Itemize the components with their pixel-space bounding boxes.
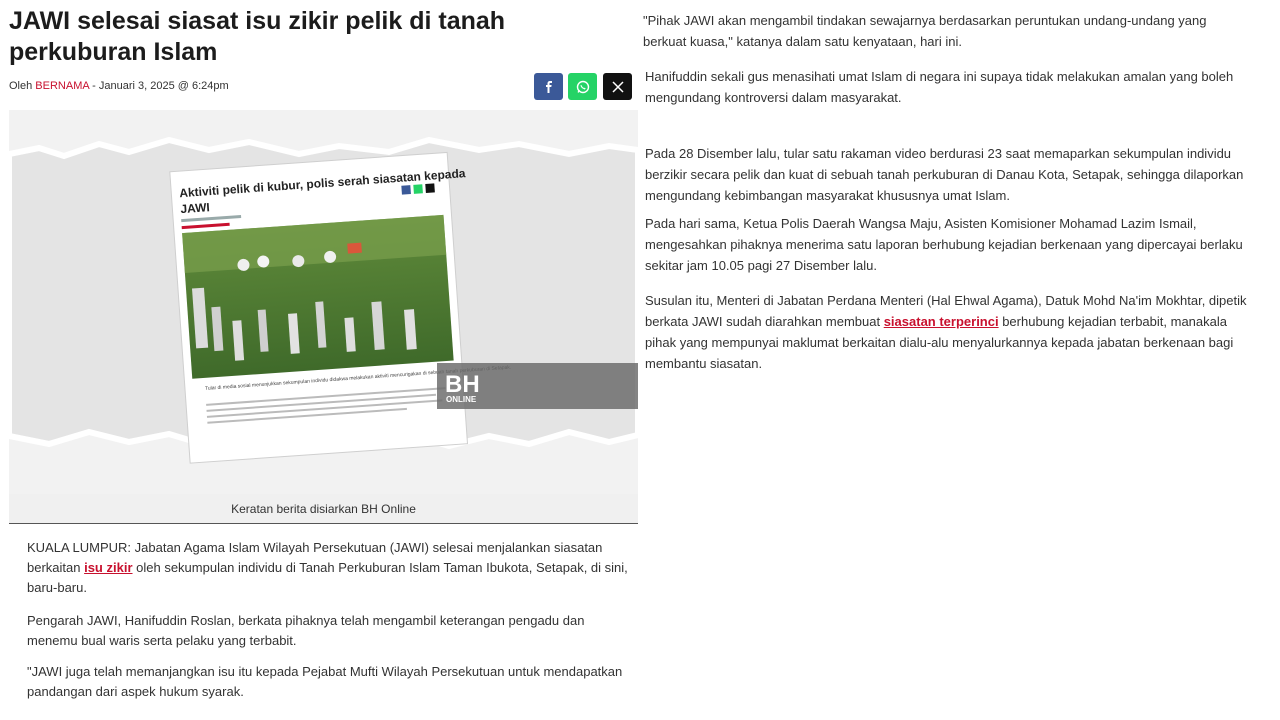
clipping-title-line2: JAWI — [180, 200, 210, 216]
keyword-link-isu-zikir[interactable]: isu zikir — [84, 560, 132, 575]
article-headline: JAWI selesai siasat isu zikir pelik di t… — [9, 7, 506, 66]
hero-image: Aktiviti pelik di kubur, polis serah sia… — [9, 110, 638, 494]
share-x-button[interactable] — [603, 73, 632, 100]
paragraph-4: "Pihak JAWI akan mengambil tindakan sewa… — [643, 13, 1207, 49]
paragraph-8: Susulan itu, Menteri di Jabatan Perdana … — [645, 290, 1255, 374]
facebook-icon — [545, 80, 552, 93]
paragraph-6: Pada 28 Disember lalu, tular satu rakama… — [645, 146, 1244, 203]
keyword-link-siasatan-terperinci[interactable]: siasatan terperinci — [884, 314, 999, 329]
paragraph-3: "JAWI juga telah memanjangkan isu itu ke… — [27, 664, 623, 699]
paragraph-1: KUALA LUMPUR: Jabatan Agama Islam Wilaya… — [27, 538, 632, 598]
author-link[interactable]: BERNAMA — [35, 80, 89, 92]
paragraph-2: Pengarah JAWI, Hanifuddin Roslan, berkat… — [27, 613, 585, 648]
news-clipping-image: Aktiviti pelik di kubur, polis serah sia… — [9, 110, 638, 494]
paragraph-5: Hanifuddin sekali gus menasihati umat Is… — [645, 69, 1234, 105]
share-facebook-button[interactable] — [534, 73, 563, 100]
share-whatsapp-button[interactable] — [568, 73, 597, 100]
watermark-online: ONLINE — [446, 395, 477, 404]
image-caption: Keratan berita disiarkan BH Online — [9, 494, 638, 524]
bh-online-watermark: BH ONLINE — [437, 363, 638, 409]
byline-prefix: Oleh — [9, 80, 36, 92]
paragraph-7: Pada hari sama, Ketua Polis Daerah Wangs… — [645, 216, 1243, 273]
byline: Oleh BERNAMA - Januari 3, 2025 @ 6:24pm — [9, 80, 229, 92]
left-column: JAWI selesai siasat isu zikir pelik di t… — [0, 0, 640, 720]
whatsapp-icon — [576, 80, 589, 93]
watermark-bh: BH — [445, 371, 480, 398]
publish-date: - Januari 3, 2025 @ 6:24pm — [89, 80, 229, 92]
x-icon — [611, 80, 624, 93]
